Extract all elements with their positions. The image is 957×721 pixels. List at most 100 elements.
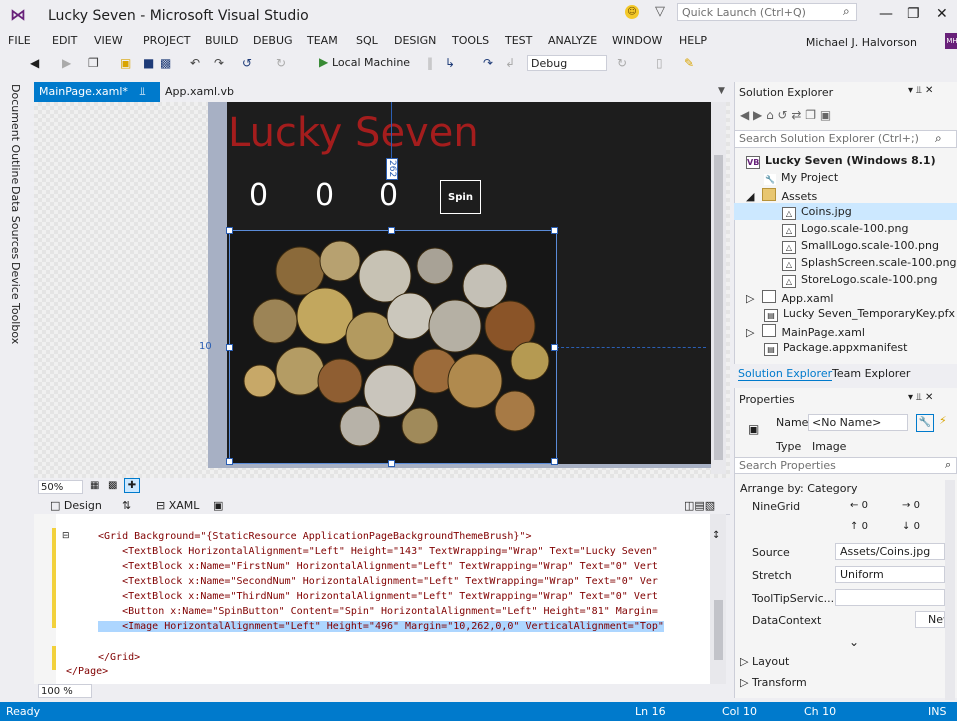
user-avatar[interactable]: MH — [945, 33, 957, 49]
tree-item-assets[interactable]: ◢ Assets — [746, 188, 817, 203]
tab-team-explorer[interactable]: Team Explorer — [832, 367, 910, 380]
layout-category[interactable]: ▷ Layout — [740, 655, 789, 668]
start-debugging-icon[interactable]: ▶ — [319, 55, 328, 69]
search-icon[interactable]: ⌕ — [935, 131, 942, 146]
step-into-icon[interactable]: ↳ — [445, 56, 455, 70]
quick-launch-input[interactable]: Quick Launch (Ctrl+Q) — [677, 3, 857, 21]
collapse-pane-icon[interactable]: ▣ — [213, 499, 223, 512]
spin-button[interactable]: Spin — [440, 180, 481, 214]
minimize-icon[interactable]: — — [879, 6, 893, 22]
navigate-back-icon[interactable]: ◀ — [30, 56, 39, 70]
snap-grid-icon[interactable]: ▩ — [108, 480, 117, 491]
navigate-forward-icon[interactable]: ▶ — [62, 56, 71, 70]
pause-icon[interactable]: ‖ — [427, 56, 433, 70]
tree-item-mainpage-xaml[interactable]: ▷ MainPage.xaml — [746, 324, 865, 339]
first-num-textblock[interactable]: 0 — [249, 178, 268, 213]
resize-handle-br[interactable] — [551, 458, 558, 465]
tree-item-app-xaml[interactable]: ▷ App.xaml — [746, 290, 833, 305]
menu-tools[interactable]: TOOLS — [452, 34, 489, 47]
search-icon[interactable]: ⌕ — [843, 4, 850, 19]
properties-options-icons[interactable]: ▾ ⫫ ✕ — [908, 392, 933, 403]
find-icon[interactable]: ▯ — [656, 56, 663, 70]
tab-mainpage-xaml[interactable]: MainPage.xaml* ⫫ ✕ — [34, 82, 160, 118]
swap-panes-icon[interactable]: ⇅ — [122, 499, 131, 512]
source-field[interactable]: Assets/Coins.jpg — [835, 543, 945, 560]
resize-handle-bl[interactable] — [226, 458, 233, 465]
close-icon[interactable]: ✕ — [936, 6, 948, 22]
data-sources-tab[interactable]: Data Sources — [9, 186, 22, 259]
menu-design[interactable]: DESIGN — [394, 34, 436, 47]
document-outline-tab[interactable]: Document Outline — [9, 84, 22, 184]
tree-item-smalllogo[interactable]: △ SmallLogo.scale-100.png — [782, 239, 939, 254]
solution-toolbar-icons[interactable]: ◀ ▶ ⌂ ↺ ⇄ ❐ ▣ — [740, 108, 831, 122]
undo-icon[interactable]: ↺ — [242, 56, 252, 70]
feedback-smiley-icon[interactable]: ☺ — [625, 5, 639, 19]
lucky-seven-textblock[interactable]: Lucky Seven — [228, 108, 479, 158]
properties-scrollbar[interactable] — [945, 480, 955, 700]
events-icon[interactable]: ⚡ — [939, 414, 947, 427]
third-num-textblock[interactable]: 0 — [379, 178, 398, 213]
device-tab[interactable]: Device — [9, 262, 22, 300]
snap-lines-icon[interactable]: ✚ — [124, 478, 140, 493]
new-project-icon[interactable]: ❐ — [88, 56, 99, 70]
pane-options-icons[interactable]: ▾ ⫫ ✕ — [908, 85, 933, 96]
open-folder-icon[interactable]: ▣ — [120, 56, 131, 70]
resize-handle-tr[interactable] — [551, 227, 558, 234]
editor-zoom-select[interactable]: 100 % — [38, 684, 92, 698]
collapse-region-icon[interactable]: ⊟ — [62, 531, 70, 541]
margin-top-label[interactable]: 262 — [386, 158, 398, 180]
redo-icon[interactable]: ↻ — [276, 56, 286, 70]
split-layout-icons[interactable]: ◫▤▧ — [684, 499, 715, 512]
wrench-icon[interactable]: 🔧 — [916, 414, 934, 432]
menu-file[interactable]: FILE — [8, 34, 31, 47]
menu-edit[interactable]: EDIT — [52, 34, 77, 47]
save-icon[interactable]: ■ — [143, 56, 154, 70]
restore-icon[interactable]: ❐ — [907, 6, 920, 22]
menu-build[interactable]: BUILD — [205, 34, 238, 47]
ninegrid-right[interactable]: → 0 — [902, 500, 920, 511]
coins-image[interactable] — [229, 230, 557, 464]
tree-item-storelogo[interactable]: △ StoreLogo.scale-100.png — [782, 273, 938, 288]
tooltip-field[interactable] — [835, 589, 945, 606]
notifications-filter-icon[interactable]: ▽ — [655, 4, 665, 19]
ninegrid-top[interactable]: ↑ 0 — [850, 521, 868, 532]
comment-icon[interactable]: ↶ — [190, 56, 200, 70]
editor-scroll-thumb[interactable] — [714, 600, 723, 660]
tree-item-logo[interactable]: △ Logo.scale-100.png — [782, 222, 908, 237]
step-over-icon[interactable]: ↷ — [483, 56, 493, 70]
resize-handle-l[interactable] — [226, 344, 233, 351]
step-out-icon[interactable]: ↲ — [505, 56, 515, 70]
run-target-button[interactable]: Local Machine — [332, 56, 410, 69]
ninegrid-left[interactable]: ← 0 — [850, 500, 868, 511]
resize-handle-r[interactable] — [551, 344, 558, 351]
solution-configuration-select[interactable]: Debug — [527, 55, 607, 71]
name-field[interactable]: <No Name> — [808, 414, 908, 431]
designer-scroll-thumb[interactable] — [714, 155, 723, 460]
properties-search-input[interactable]: Search Properties — [734, 457, 957, 474]
search-icon[interactable]: ⌕ — [945, 458, 951, 472]
tree-item-manifest[interactable]: ▤ Package.appxmanifest — [764, 341, 907, 356]
stretch-select[interactable]: Uniform — [835, 566, 945, 583]
grid-toggle-icon[interactable]: ▦ — [90, 480, 99, 491]
transform-category[interactable]: ▷ Transform — [740, 676, 807, 689]
menu-debug[interactable]: DEBUG — [253, 34, 293, 47]
tree-item-pfx[interactable]: ▤ Lucky Seven_TemporaryKey.pfx — [764, 307, 955, 322]
brush-icon[interactable]: ✎ — [684, 56, 694, 70]
solution-search-input[interactable]: Search Solution Explorer (Ctrl+;) — [734, 130, 957, 148]
second-num-textblock[interactable]: 0 — [315, 178, 334, 213]
toolbox-tab[interactable]: Toolbox — [9, 303, 22, 344]
menu-sql[interactable]: SQL — [356, 34, 378, 47]
menu-project[interactable]: PROJECT — [143, 34, 191, 47]
platform-icon[interactable]: ↻ — [617, 56, 627, 70]
uncomment-icon[interactable]: ↷ — [214, 56, 224, 70]
design-tab[interactable]: □ Design — [50, 499, 102, 512]
menu-help[interactable]: HELP — [679, 34, 707, 47]
pin-icon[interactable]: ⫫ — [139, 85, 145, 98]
save-all-icon[interactable]: ▩ — [160, 56, 171, 70]
resize-handle-t[interactable] — [388, 227, 395, 234]
menu-test[interactable]: TEST — [505, 34, 532, 47]
ninegrid-bottom[interactable]: ↓ 0 — [902, 521, 920, 532]
arrange-by-select[interactable]: Arrange by: Category — [740, 482, 857, 495]
xaml-tab[interactable]: ⊟ XAML — [156, 499, 199, 512]
menu-window[interactable]: WINDOW — [612, 34, 662, 47]
